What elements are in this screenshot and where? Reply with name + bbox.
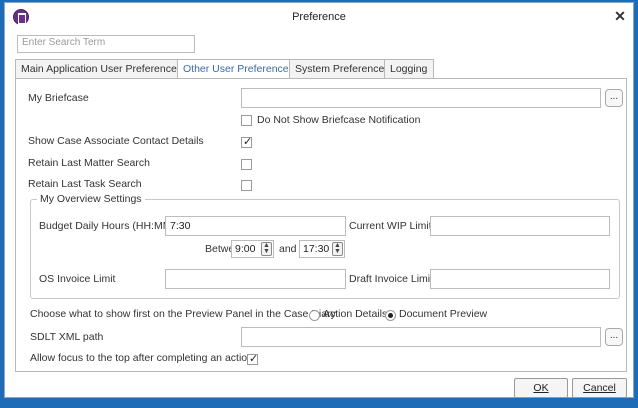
my-overview-settings-title: My Overview Settings — [37, 193, 145, 205]
between-to-value: 17:30 — [303, 243, 330, 255]
retain-last-matter-label: Retain Last Matter Search — [28, 157, 150, 169]
retain-last-task-label: Retain Last Task Search — [28, 178, 142, 190]
sdlt-xml-path-browse-button[interactable]: ... — [605, 328, 623, 346]
title-bar: Preference ✕ — [5, 3, 633, 31]
between-to-spin-icon[interactable]: ▲ ▼ — [332, 242, 343, 256]
other-user-preferences-panel: My Briefcase ... Do Not Show Briefcase N… — [15, 78, 627, 372]
close-icon[interactable]: ✕ — [613, 9, 627, 23]
ok-button[interactable]: OK — [514, 378, 568, 398]
budget-daily-hours-label: Budget Daily Hours (HH:MM) — [39, 220, 175, 232]
show-case-associate-label: Show Case Associate Contact Details — [28, 135, 204, 147]
tab-system-preferences[interactable]: System Preferences — [289, 59, 390, 79]
my-overview-settings-group: My Overview Settings Budget Daily Hours … — [30, 193, 620, 299]
allow-focus-checkbox[interactable] — [247, 352, 258, 365]
between-from-spin-icon[interactable]: ▲ ▼ — [261, 242, 272, 256]
action-details-radio[interactable] — [309, 310, 320, 321]
do-not-show-briefcase-checkbox[interactable] — [241, 115, 252, 126]
window-title: Preference — [292, 11, 346, 23]
budget-daily-hours-field[interactable]: 7:30 — [165, 216, 346, 236]
draft-invoice-limit-field[interactable] — [430, 269, 610, 289]
and-label: and — [279, 243, 297, 255]
tab-logging[interactable]: Logging — [384, 59, 434, 79]
cancel-button[interactable]: Cancel — [572, 378, 627, 398]
between-from-value: 9:00 — [235, 243, 256, 255]
retain-last-task-checkbox[interactable] — [241, 180, 252, 191]
sdlt-xml-path-field[interactable] — [241, 327, 601, 347]
action-details-label: Action Details — [323, 308, 388, 320]
between-to-stepper[interactable]: 17:30 ▲ ▼ — [299, 240, 345, 258]
between-from-stepper[interactable]: 9:00 ▲ ▼ — [231, 240, 274, 258]
show-case-associate-checkbox[interactable] — [241, 135, 252, 148]
current-wip-limit-label: Current WIP Limit — [349, 220, 432, 232]
allow-focus-label: Allow focus to the top after completing … — [30, 352, 253, 364]
my-briefcase-label: My Briefcase — [28, 92, 89, 104]
document-preview-label: Document Preview — [399, 308, 488, 320]
search-input[interactable]: Enter Search Term — [17, 35, 195, 53]
current-wip-limit-field[interactable] — [430, 216, 610, 236]
document-preview-radio[interactable] — [385, 310, 396, 321]
os-invoice-limit-field[interactable] — [165, 269, 346, 289]
my-briefcase-field[interactable] — [241, 88, 601, 108]
draft-invoice-limit-label: Draft Invoice Limit — [349, 273, 434, 285]
os-invoice-limit-label: OS Invoice Limit — [39, 273, 116, 285]
do-not-show-briefcase-label: Do Not Show Briefcase Notification — [257, 114, 421, 126]
preview-panel-label: Choose what to show first on the Preview… — [30, 308, 336, 320]
my-briefcase-browse-button[interactable]: ... — [605, 89, 623, 107]
sdlt-xml-path-label: SDLT XML path — [30, 331, 104, 343]
preference-dialog: Preference ✕ Enter Search Term Main Appl… — [4, 2, 634, 398]
tab-main-application-user-preferences[interactable]: Main Application User Preferences — [15, 59, 182, 79]
tab-other-user-preferences[interactable]: Other User Preferences — [177, 59, 294, 80]
retain-last-matter-checkbox[interactable] — [241, 159, 252, 170]
